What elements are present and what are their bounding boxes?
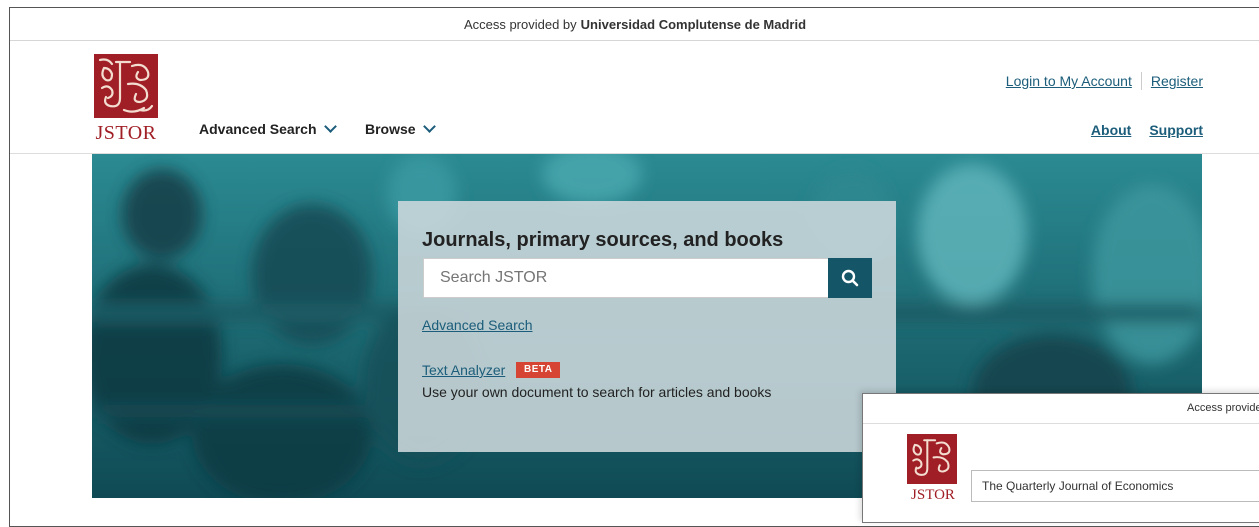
overlay-jstor-logo[interactable]: JSTOR: [907, 434, 959, 504]
access-prefix: Access provided by: [463, 16, 577, 32]
nav-browse-label: Browse: [365, 121, 416, 137]
search-button[interactable]: [828, 258, 872, 298]
overlay-logo-emblem: [907, 434, 957, 484]
overlay-screenshot: Access provide JSTOR: [862, 393, 1259, 523]
overlay-logo-text: JSTOR: [911, 487, 955, 503]
advanced-search-link[interactable]: Advanced Search: [422, 317, 533, 333]
access-bar: Access provided by Universidad Compluten…: [10, 8, 1259, 41]
overlay-access-text: Access provide: [1187, 402, 1259, 414]
utility-links: About Support: [1073, 122, 1203, 138]
chevron-down-icon: [323, 120, 337, 133]
support-link[interactable]: Support: [1149, 122, 1203, 138]
chevron-down-icon: [422, 120, 436, 133]
nav-advanced-search-label: Advanced Search: [199, 121, 317, 137]
nav-browse[interactable]: Browse: [365, 120, 436, 137]
search-icon: [841, 269, 859, 287]
divider: [1140, 72, 1142, 90]
access-institution: Universidad Complutense de Madrid: [580, 16, 807, 32]
nav-advanced-search[interactable]: Advanced Search: [199, 120, 337, 137]
search-input[interactable]: [423, 258, 829, 298]
jstor-logo-text: JSTOR: [95, 122, 157, 144]
jstor-logo[interactable]: JSTOR: [92, 54, 160, 145]
overlay-search-input[interactable]: [971, 470, 1259, 502]
jstor-logo-emblem: [94, 54, 158, 118]
register-link[interactable]: Register: [1151, 73, 1203, 89]
text-analyzer-link[interactable]: Text Analyzer: [422, 362, 505, 378]
login-link[interactable]: Login to My Account: [1006, 73, 1132, 89]
search-panel: Journals, primary sources, and books Adv…: [398, 201, 896, 452]
about-link[interactable]: About: [1091, 122, 1131, 138]
overlay-access-bar: Access provide: [863, 394, 1259, 424]
beta-badge: BETA: [516, 362, 561, 378]
text-analyzer-description: Use your own document to search for arti…: [422, 384, 772, 400]
account-links: Login to My Account Register: [1006, 72, 1203, 90]
search-panel-title: Journals, primary sources, and books: [422, 229, 784, 251]
